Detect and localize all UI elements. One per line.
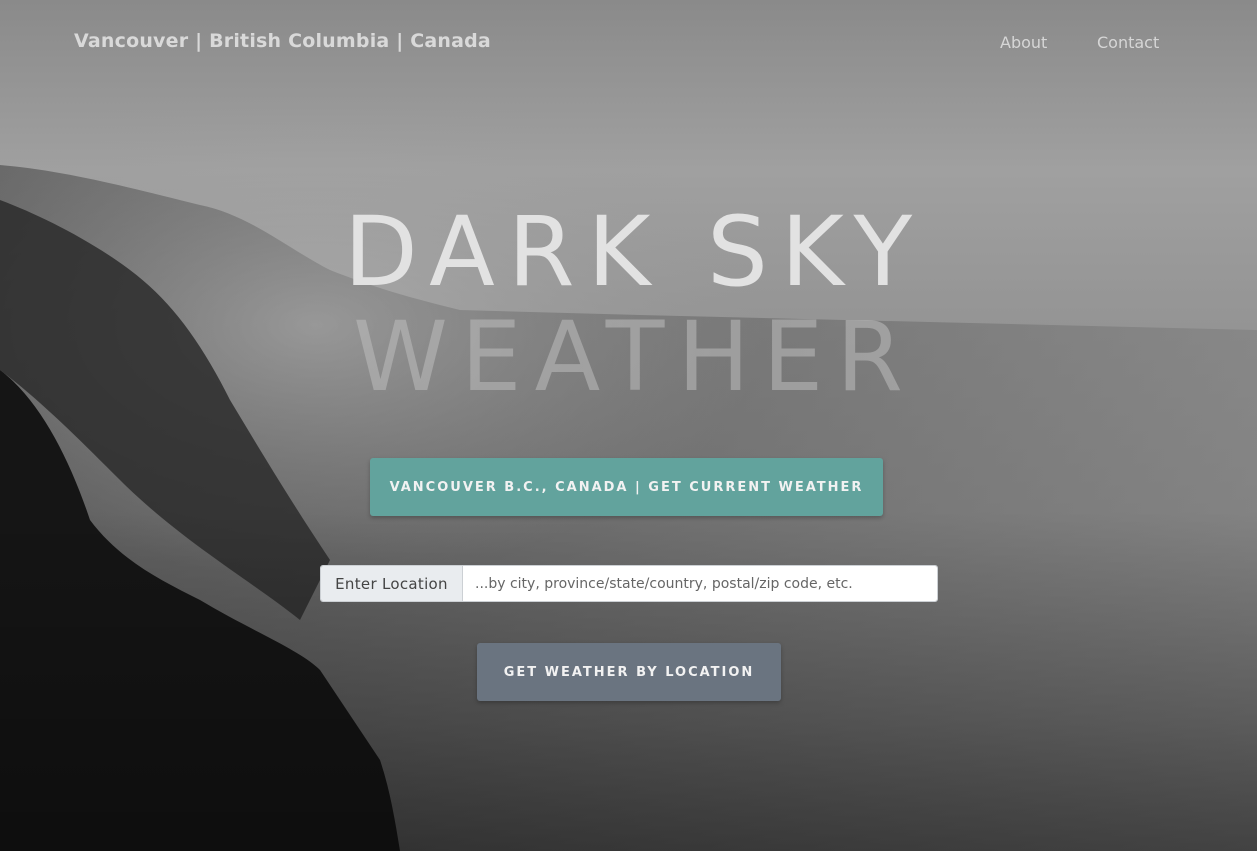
top-navbar: Vancouver | British Columbia | Canada Ab… xyxy=(0,0,1257,88)
nav-link-about[interactable]: About xyxy=(1000,33,1047,52)
hero-title-line2: WEATHER xyxy=(353,301,916,413)
brand-link[interactable]: Vancouver | British Columbia | Canada xyxy=(74,30,491,52)
hero-title-line1: DARK SKY xyxy=(343,196,926,308)
location-input[interactable] xyxy=(463,566,937,601)
get-current-weather-button[interactable]: VANCOUVER B.C., CANADA | GET CURRENT WEA… xyxy=(370,458,883,516)
enter-location-label: Enter Location xyxy=(321,566,463,601)
page: Vancouver | British Columbia | Canada Ab… xyxy=(0,0,1257,851)
background-cliff-sea-image xyxy=(0,0,1257,851)
nav-link-contact[interactable]: Contact xyxy=(1097,33,1159,52)
location-input-group: Enter Location xyxy=(320,565,938,602)
get-weather-by-location-button[interactable]: GET WEATHER BY LOCATION xyxy=(477,643,781,701)
